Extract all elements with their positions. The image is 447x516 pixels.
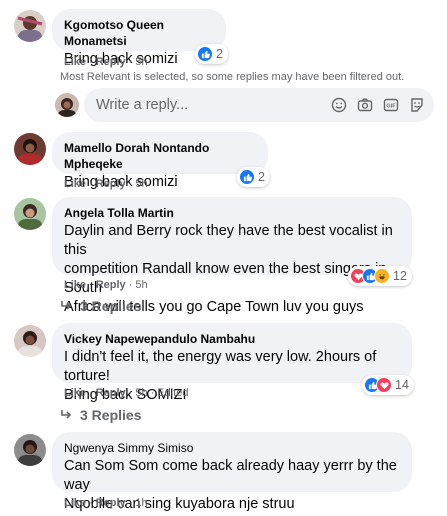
comment-bubble: Vickey Napewepandulo Nambahu I didn't fe…: [52, 323, 412, 403]
comment-author[interactable]: Ngwenya Simmy Simiso: [64, 440, 400, 456]
comment-bubble: Angela Tolla Martin Daylin and Berry roc…: [52, 197, 412, 315]
view-replies-link[interactable]: 3 Replies: [60, 298, 141, 314]
comment-author[interactable]: Kgomotso Queen Monametsi: [64, 17, 214, 49]
reaction-summary[interactable]: 12: [348, 266, 412, 286]
gif-icon[interactable]: GIF: [382, 96, 400, 114]
reply-link[interactable]: Reply: [96, 56, 126, 68]
comment-time[interactable]: 1h: [135, 497, 147, 509]
reaction-summary[interactable]: 2: [195, 44, 228, 64]
svg-text:GIF: GIF: [386, 103, 396, 109]
reply-input[interactable]: Write a reply... GIF: [84, 88, 434, 122]
comment-actions: Like · Reply · 5h: [64, 56, 148, 68]
like-reaction-icon: [197, 46, 213, 62]
like-link[interactable]: Like: [64, 387, 86, 399]
comment-author[interactable]: Mamello Dorah Nontando Mpheqeke: [64, 140, 256, 172]
comment-text-line: Can Som Som come back already haay yerrr…: [64, 458, 397, 493]
replies-label: 3 Replies: [80, 407, 142, 423]
reaction-summary[interactable]: 14: [362, 375, 414, 395]
like-link[interactable]: Like: [64, 279, 86, 291]
comment-bubble: Ngwenya Simmy Simiso Can Som Som come ba…: [52, 432, 412, 512]
comment-time[interactable]: 5h: [135, 279, 147, 291]
reply-link[interactable]: Reply: [96, 279, 126, 291]
comment-actions: Like · Reply · 5h: [64, 178, 148, 190]
like-reaction-icon: [239, 169, 255, 185]
comment-time[interactable]: 5h: [135, 178, 147, 190]
reply-arrow-icon: [61, 410, 72, 419]
avatar: [55, 93, 79, 117]
comment-bubble: Mamello Dorah Nontando Mpheqeke Bring ba…: [52, 132, 268, 190]
avatar[interactable]: [14, 198, 46, 230]
emoji-icon[interactable]: [330, 96, 348, 114]
sticker-icon[interactable]: [408, 96, 426, 114]
love-reaction-icon: [376, 377, 392, 393]
camera-icon[interactable]: [356, 96, 374, 114]
reaction-count: 14: [395, 378, 409, 392]
edited-label[interactable]: Edited: [157, 387, 188, 399]
haha-reaction-icon: [374, 268, 390, 284]
reaction-count: 12: [393, 269, 407, 283]
reply-link[interactable]: Reply: [96, 387, 126, 399]
comment-text-line: I didn't feel it, the energy was very lo…: [64, 349, 377, 384]
comment-author[interactable]: Vickey Napewepandulo Nambahu: [64, 331, 400, 347]
reply-tools: GIF: [322, 96, 426, 114]
reaction-count: 2: [216, 47, 223, 61]
avatar[interactable]: [14, 10, 46, 42]
comment-text-line: Daylin and Berry rock they have the best…: [64, 223, 393, 258]
comment-author[interactable]: Angela Tolla Martin: [64, 205, 400, 221]
comment-actions: Like · Reply · 5h: [64, 279, 148, 291]
filter-note: Most Relevant is selected, so some repli…: [60, 71, 405, 83]
reply-placeholder: Write a reply...: [96, 97, 189, 113]
reply-link[interactable]: Reply: [96, 497, 126, 509]
avatar[interactable]: [14, 325, 46, 357]
reply-link[interactable]: Reply: [96, 178, 126, 190]
comment-actions: Like · Reply · 5h · Edited: [64, 387, 189, 399]
avatar[interactable]: [14, 133, 46, 165]
reply-arrow-icon: [61, 301, 72, 310]
avatar[interactable]: [14, 434, 46, 466]
comment-time[interactable]: 5h: [135, 387, 147, 399]
like-link[interactable]: Like: [64, 56, 86, 68]
comment-time[interactable]: 5h: [135, 56, 147, 68]
comment-actions: Like · Reply · 1h: [64, 497, 148, 509]
view-replies-link[interactable]: 3 Replies: [60, 407, 141, 423]
reaction-count: 2: [258, 170, 265, 184]
replies-label: 3 Replies: [80, 298, 142, 314]
like-link[interactable]: Like: [64, 497, 86, 509]
like-link[interactable]: Like: [64, 178, 86, 190]
reaction-summary[interactable]: 2: [237, 167, 270, 187]
